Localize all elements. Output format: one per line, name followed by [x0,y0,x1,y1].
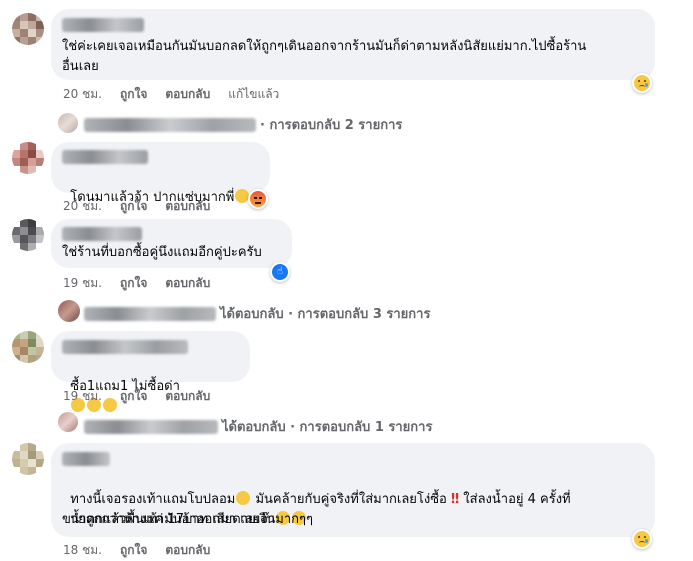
comment-actions: 20 ชม. ถูกใจ ตอบกลับ [63,197,210,216]
view-replies-link[interactable]: · การตอบกลับ 2 รายการ [84,114,402,135]
commenter-name[interactable] [62,340,188,354]
comment-actions: 19 ชม. ถูกใจ ตอบกลับ [63,274,210,293]
avatar[interactable] [12,142,44,174]
replier-name [84,306,216,321]
like-button[interactable]: ถูกใจ [120,274,147,293]
replies-count: ได้ตอบกลับ · การตอบกลับ 3 รายการ [220,307,431,322]
avatar[interactable] [12,331,44,363]
like-reaction-icon[interactable]: ☝ [270,262,290,282]
commenter-name[interactable] [62,18,144,32]
reply-avatar [58,300,80,322]
comment-time[interactable]: 19 ชม. [63,274,102,293]
replies-count: · การตอบกลับ 2 รายการ [260,118,403,133]
avatar[interactable] [12,219,44,251]
comment-actions: 19 ชม. ถูกใจ ตอบกลับ [63,387,210,406]
like-button[interactable]: ถูกใจ [120,197,147,216]
reply-button[interactable]: ตอบกลับ [165,274,210,293]
reply-avatar [58,113,78,133]
comment-time[interactable]: 19 ชม. [63,387,102,406]
comment-time[interactable]: 20 ชม. [63,85,102,104]
comment-actions: 18 ชม. ถูกใจ ตอบกลับ [63,541,210,560]
reply-avatar [58,412,78,432]
reply-button[interactable]: ตอบกลับ [165,387,210,406]
view-replies-link[interactable]: ได้ตอบกลับ · การตอบกลับ 1 รายการ [84,416,432,437]
commenter-name[interactable] [62,452,110,466]
angry-reaction-icon[interactable] [248,189,268,209]
comment-actions: 20 ชม. ถูกใจ ตอบกลับ แก้ไขแล้ว [63,85,279,104]
reply-button[interactable]: ตอบกลับ [165,197,210,216]
replies-count: ได้ตอบกลับ · การตอบกลับ 1 รายการ [222,420,433,435]
sad-reaction-icon[interactable] [632,529,652,549]
comment-text: ใช่ร้านที่บอกซื้อคู่นึงแถมอีกคู่ปะครับ [62,245,262,260]
replier-name [84,117,256,132]
commenter-name[interactable] [62,227,142,241]
like-button[interactable]: ถูกใจ [120,85,147,104]
comment-text: ขายถูกกว่าห้างแค่ 17บาท เสียดายเงินมากๆๆ [62,512,313,527]
sad-reaction-icon[interactable] [632,73,652,93]
like-button[interactable]: ถูกใจ [120,387,147,406]
commenter-name[interactable] [62,150,148,164]
replier-name [84,419,218,434]
comment-text: ใช่ค่ะเคยเจอเหมือนกันมันบอกลดให้ถูกๆเดิน… [62,39,587,74]
comment-time[interactable]: 18 ชม. [63,541,102,560]
edited-label[interactable]: แก้ไขแล้ว [228,85,279,104]
like-button[interactable]: ถูกใจ [120,541,147,560]
comment-time[interactable]: 20 ชม. [63,197,102,216]
reply-button[interactable]: ตอบกลับ [165,85,210,104]
view-replies-link[interactable]: ได้ตอบกลับ · การตอบกลับ 3 รายการ [84,303,430,324]
avatar[interactable] [12,443,44,475]
reply-button[interactable]: ตอบกลับ [165,541,210,560]
avatar[interactable] [12,13,44,45]
